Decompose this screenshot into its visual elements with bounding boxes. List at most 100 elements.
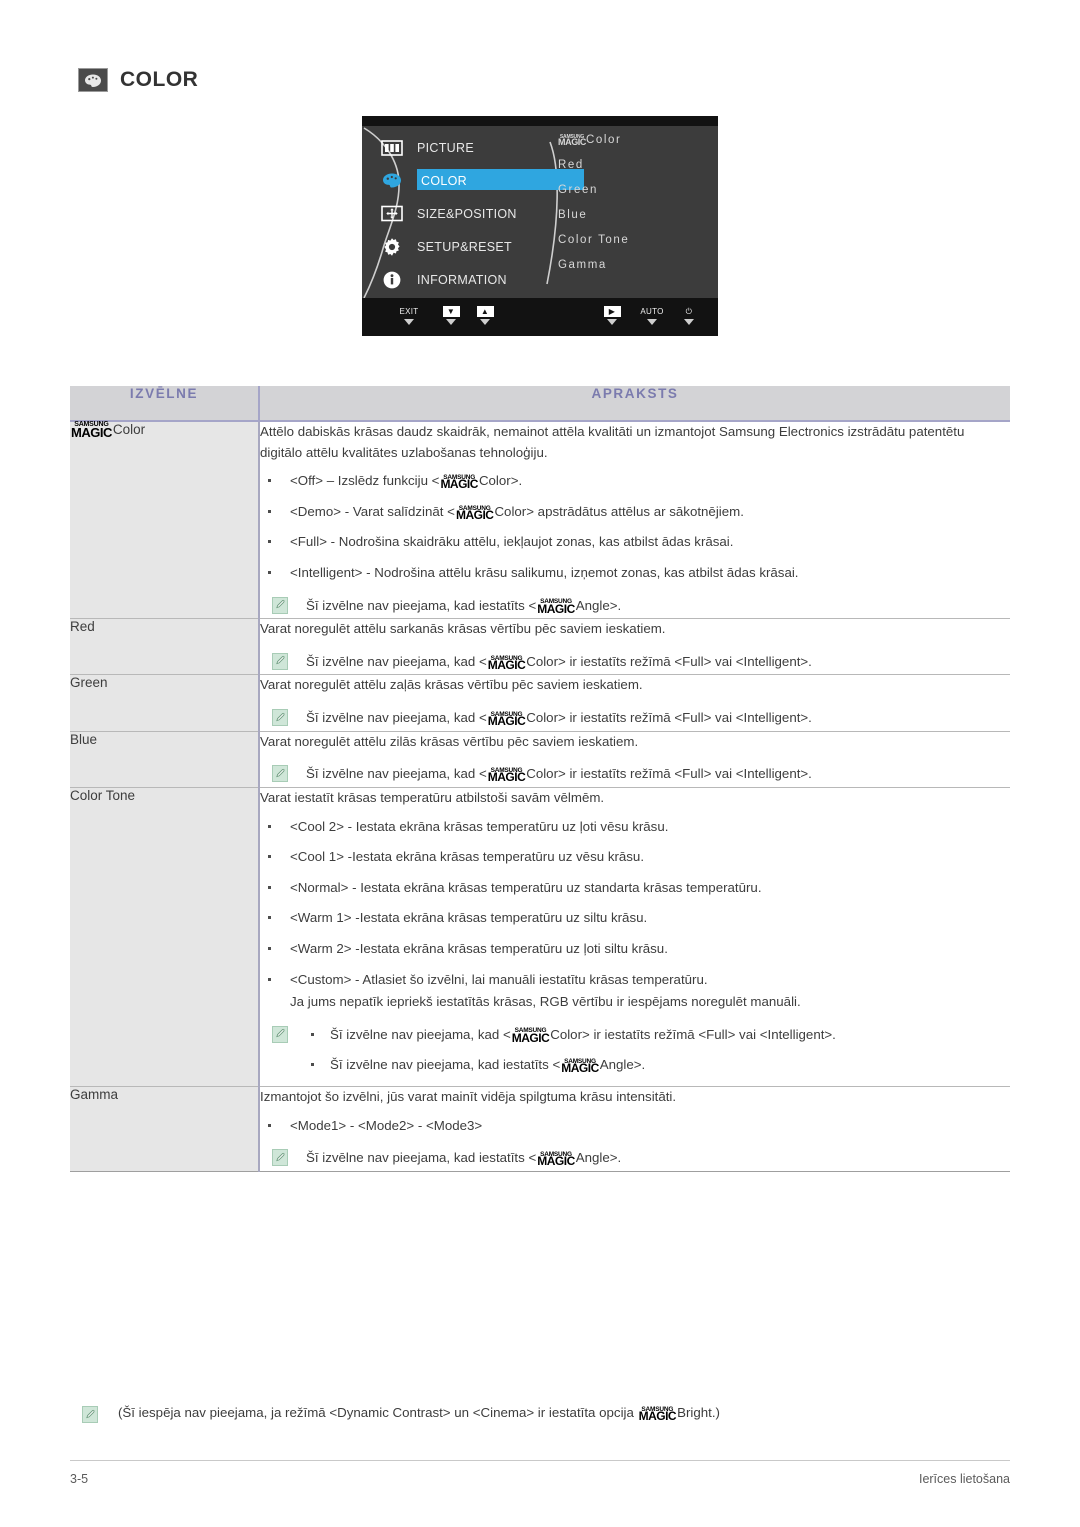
osd-submenu-color-tone[interactable]: Color Tone — [558, 234, 629, 247]
list-item: <Warm 1> -Iestata ekrāna krāsas temperat… — [260, 908, 1010, 929]
page-footnote: (Šī iespēja nav pieejama, ja režīmā <Dyn… — [82, 1405, 1012, 1423]
list-item: <Warm 2> -Iestata ekrāna krāsas temperat… — [260, 939, 1010, 960]
row-label-red: Red — [70, 618, 260, 676]
osd-item-color[interactable]: COLOR — [374, 164, 584, 197]
osd-submenu-label: Color — [586, 134, 622, 146]
osd-item-size-position[interactable]: SIZE&POSITION — [374, 197, 574, 230]
osd-top-bar — [362, 116, 718, 126]
color-palette-icon — [379, 170, 405, 192]
play-key-icon: ▶ — [603, 306, 621, 317]
down-key-icon: ▼ — [442, 306, 460, 317]
note-block: Šī izvēlne nav pieejama, kad < SAMSUNG MAG… — [260, 1025, 1010, 1076]
table-row: Red Varat noregulēt attēlu sarkanās krās… — [70, 618, 1010, 676]
row-label-green: Green — [70, 674, 260, 732]
note-block: Šī izvēlne nav pieejama, kad iestatīts <… — [260, 596, 1010, 617]
note-block: Šī izvēlne nav pieejama, kad < SAMSUNG MAG… — [260, 652, 1010, 673]
osd-button-exit[interactable]: EXIT — [392, 306, 426, 325]
page-footer: 3-5 Ierīces lietošana — [70, 1472, 1010, 1486]
column-header-menu: IZVĒLNE — [70, 386, 260, 422]
note-icon — [82, 1406, 98, 1423]
row-label-color-tone: Color Tone — [70, 787, 260, 1088]
page-title: COLOR — [78, 68, 198, 92]
row-description-color-tone: Varat iestatīt krāsas temperatūru atbils… — [259, 787, 1010, 1088]
osd-submenu-green[interactable]: Green — [558, 184, 629, 197]
samsung-magic-logo: SAMSUNG MAGIC — [71, 421, 112, 440]
picture-icon — [379, 137, 405, 159]
samsung-magic-logo: SAMSUNG MAGIC — [440, 473, 478, 492]
osd-item-label: INFORMATION — [417, 272, 507, 287]
osd-body: PICTURE COLOR SIZE&POSITION SETUP&RESET … — [362, 126, 718, 299]
list-item-subtext: Ja jums nepatīk iepriekš iestatītās krās… — [290, 994, 801, 1010]
osd-item-label: SETUP&RESET — [417, 239, 512, 254]
down-arrow-icon — [404, 319, 414, 325]
list-item: <Cool 1> -Iestata ekrāna krāsas temperat… — [260, 847, 1010, 868]
footer-divider — [70, 1460, 1010, 1461]
description-intro: Izmantojot šo izvēlni, jūs varat mainīt … — [260, 1089, 677, 1105]
osd-submenu-red[interactable]: Red — [558, 159, 629, 172]
column-header-description: APRAKSTS — [259, 386, 1010, 422]
note-icon — [272, 596, 288, 614]
note-list: Šī izvēlne nav pieejama, kad < SAMSUNG MAG… — [306, 1025, 1010, 1076]
row-description-red: Varat noregulēt attēlu sarkanās krāsas v… — [259, 618, 1010, 676]
samsung-magic-logo: SAMSUNG MAGIC — [638, 1405, 677, 1423]
row-label-gamma: Gamma — [70, 1086, 260, 1172]
osd-item-setup-reset[interactable]: SETUP&RESET — [374, 230, 574, 263]
list-item: <Cool 2> - Iestata ekrāna krāsas tempera… — [260, 817, 1010, 838]
osd-submenu-blue[interactable]: Blue — [558, 209, 629, 222]
color-settings-table: IZVĒLNE APRAKSTS SAMSUNG MAGIC Color Attē… — [70, 386, 1010, 1172]
osd-item-label: COLOR — [421, 173, 467, 188]
osd-button-power[interactable]: ⏻ — [672, 306, 706, 325]
footer-section-title: Ierīces lietošana — [918, 1472, 1010, 1486]
table-row: Gamma Izmantojot šo izvēlni, jūs varat m… — [70, 1086, 1010, 1172]
samsung-magic-logo: SAMSUNG MAGIC — [487, 654, 526, 672]
table-row: Color Tone Varat iestatīt krāsas tempera… — [70, 787, 1010, 1088]
samsung-magic-logo: SAMSUNG MAGIC — [558, 133, 586, 147]
description-intro: Varat iestatīt krāsas temperatūru atbils… — [260, 789, 605, 805]
table-row: SAMSUNG MAGIC Color Attēlo dabiskās krāsa… — [70, 421, 1010, 620]
note-block: Šī izvēlne nav pieejama, kad < SAMSUNG MAG… — [260, 708, 1010, 729]
osd-item-picture[interactable]: PICTURE — [374, 131, 574, 164]
note-icon — [272, 652, 288, 670]
down-arrow-icon — [647, 319, 657, 325]
row-description-green: Varat noregulēt attēlu zaļās krāsas vērt… — [259, 674, 1010, 732]
list-item: Šī izvēlne nav pieejama, kad iestatīts <… — [306, 1055, 1010, 1076]
osd-button-down[interactable]: ▼ — [434, 306, 468, 325]
osd-item-label: SIZE&POSITION — [417, 206, 517, 221]
note-block: Šī izvēlne nav pieejama, kad < SAMSUNG MAG… — [260, 764, 1010, 785]
list-item: <Full> - Nodrošina skaidrāku attēlu, iek… — [260, 532, 1010, 553]
osd-item-information[interactable]: INFORMATION — [374, 263, 574, 296]
list-item: Šī izvēlne nav pieejama, kad < SAMSUNG MAG… — [306, 1025, 1010, 1046]
size-position-icon — [379, 203, 405, 225]
osd-submenu-magic-color[interactable]: SAMSUNG MAGIC Color — [558, 134, 629, 147]
color-palette-icon — [78, 68, 108, 92]
osd-item-label: PICTURE — [417, 140, 474, 155]
note-icon — [272, 1025, 288, 1043]
description-intro: Varat noregulēt attēlu sarkanās krāsas v… — [260, 621, 666, 637]
osd-left-menu[interactable]: PICTURE COLOR SIZE&POSITION SETUP&RESET … — [374, 131, 584, 296]
osd-submenu-list[interactable]: SAMSUNG MAGIC Color Red Green Blue Color T… — [558, 134, 629, 284]
samsung-magic-logo: SAMSUNG MAGIC — [537, 598, 575, 616]
info-icon — [379, 269, 405, 291]
table-row: Blue Varat noregulēt attēlu zilās krāsas… — [70, 731, 1010, 788]
table-header-row: IZVĒLNE APRAKSTS — [70, 386, 1010, 422]
row-description-magic-color: Attēlo dabiskās krāsas daudz skaidrāk, n… — [259, 421, 1010, 620]
samsung-magic-logo: SAMSUNG MAGIC — [487, 766, 526, 785]
list-item: <Normal> - Iestata ekrāna krāsas tempera… — [260, 878, 1010, 899]
row-description-gamma: Izmantojot šo izvēlni, jūs varat mainīt … — [259, 1086, 1010, 1172]
description-intro: Attēlo dabiskās krāsas daudz skaidrāk, n… — [260, 424, 965, 460]
list-item: <Mode1> - <Mode2> - <Mode3> — [260, 1116, 1010, 1137]
note-icon — [272, 765, 288, 783]
down-arrow-icon — [684, 319, 694, 325]
bullet-list: <Mode1> - <Mode2> - <Mode3> — [260, 1116, 1010, 1137]
power-icon: ⏻ — [685, 307, 693, 316]
osd-submenu-gamma[interactable]: Gamma — [558, 259, 629, 272]
bullet-list: <Off> – Izslēdz funkciju < SAMSUNG MAGIC Co… — [260, 471, 1010, 583]
down-arrow-icon — [607, 319, 617, 325]
note-icon — [272, 1149, 288, 1167]
osd-button-auto[interactable]: AUTO — [635, 306, 669, 325]
list-item: <Demo> - Varat salīdzināt < SAMSUNG MAGIC C… — [260, 502, 1010, 523]
row-label-magic-color: SAMSUNG MAGIC Color — [70, 421, 260, 620]
samsung-magic-logo: SAMSUNG MAGIC — [511, 1027, 550, 1045]
osd-button-enter[interactable]: ▶ — [595, 306, 629, 325]
osd-button-up[interactable]: ▲ — [468, 306, 502, 325]
